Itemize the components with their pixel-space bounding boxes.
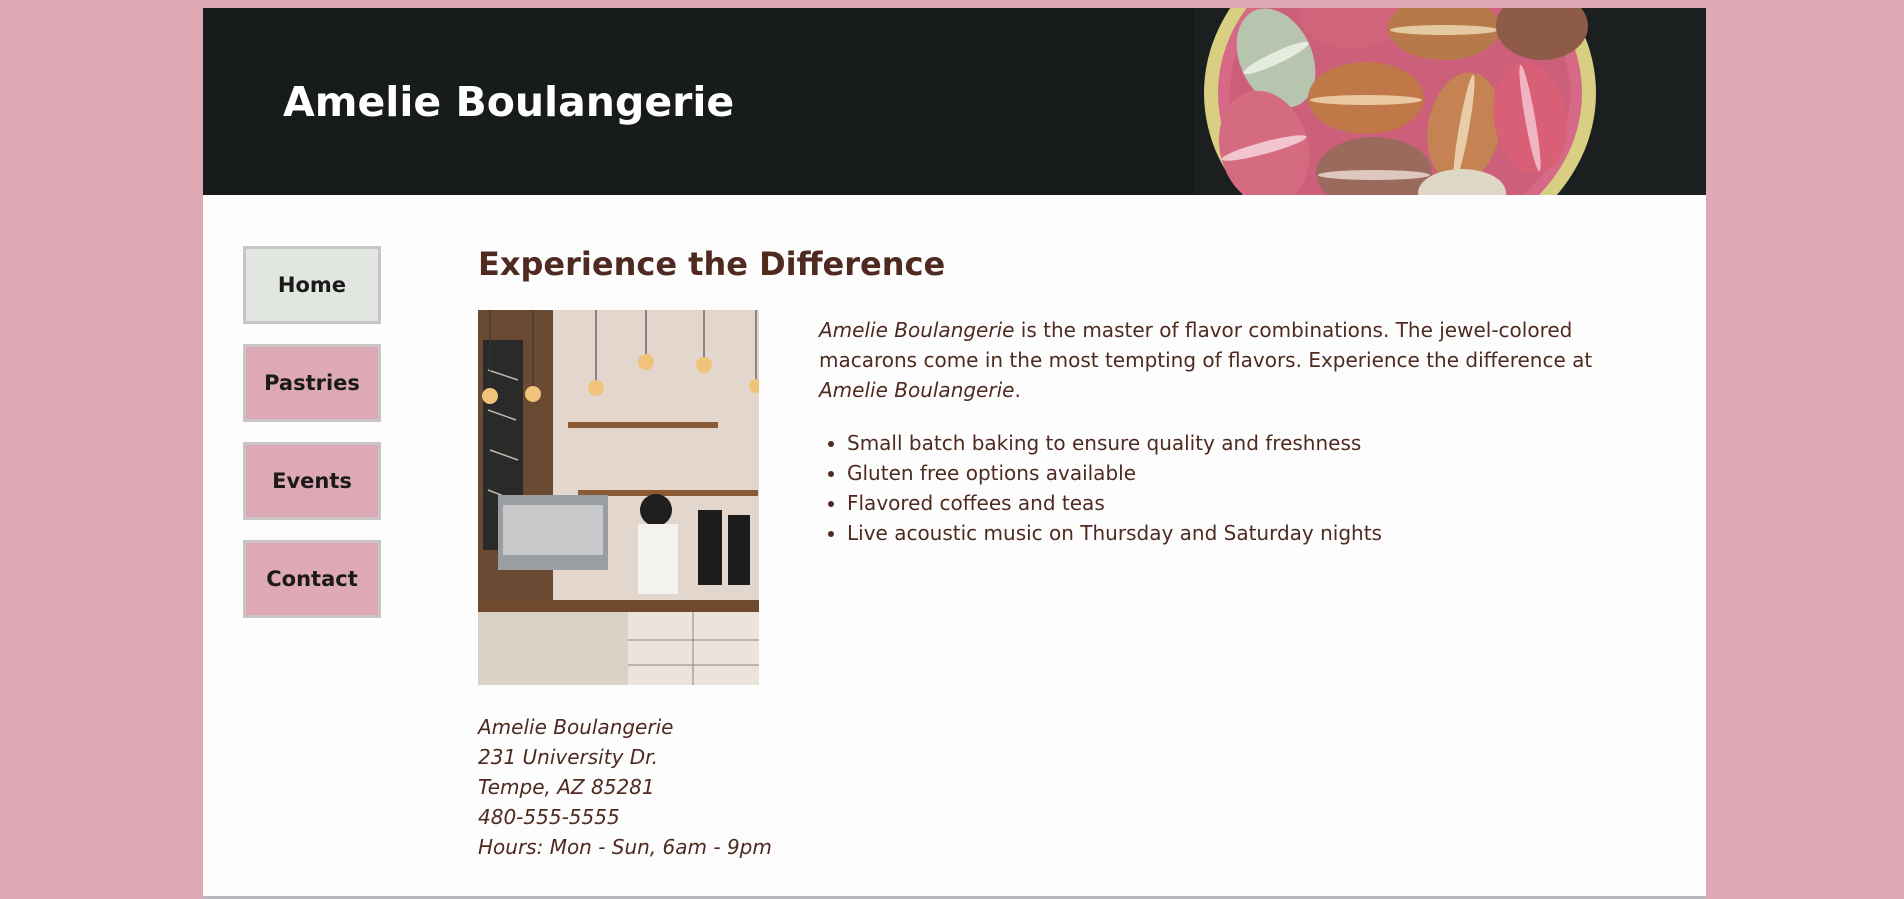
feature-list: Small batch baking to ensure quality and… [819,428,1382,548]
page-container: Amelie Boulangerie Home Pastries Events … [203,8,1706,899]
intro-brand-name: Amelie Boulangerie [819,318,1015,342]
site-title: Amelie Boulangerie [283,78,735,126]
nav-events-button[interactable]: Events [243,442,381,520]
list-item: Live acoustic music on Thursday and Satu… [847,518,1382,548]
address-street: 231 University Dr. [478,745,658,769]
address-business-name: Amelie Boulangerie [478,715,674,739]
address-block: Amelie Boulangerie 231 University Dr. Te… [478,712,772,862]
list-item: Gluten free options available [847,458,1382,488]
content-heading: Experience the Difference [478,245,946,283]
list-item: Small batch baking to ensure quality and… [847,428,1382,458]
macarons-banner-image [1194,8,1706,195]
address-city: Tempe, AZ 85281 [478,775,655,799]
nav-pastries-button[interactable]: Pastries [243,344,381,422]
main-nav: Home Pastries Events Contact [243,246,383,638]
cafe-interior-photo [478,310,759,685]
site-header: Amelie Boulangerie [203,8,1706,195]
intro-brand-name-end: Amelie Boulangerie [819,378,1015,402]
address-hours: Hours: Mon - Sun, 6am - 9pm [478,835,772,859]
intro-paragraph: Amelie Boulangerie is the master of flav… [819,315,1649,405]
list-item: Flavored coffees and teas [847,488,1382,518]
nav-contact-button[interactable]: Contact [243,540,381,618]
address-phone: 480-555-5555 [478,805,620,829]
nav-home-button[interactable]: Home [243,246,381,324]
intro-period: . [1014,378,1021,402]
